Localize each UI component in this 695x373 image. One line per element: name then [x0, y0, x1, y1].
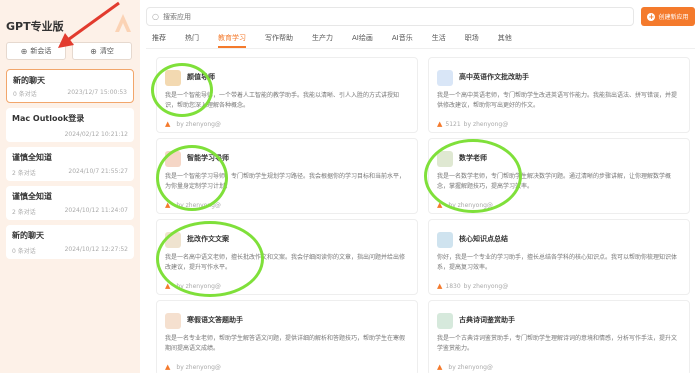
app-title: 智能学习导师 [187, 154, 229, 162]
clear-label: 清空 [99, 47, 114, 55]
app-description: 我是一个高中英语老师，专门帮助学生改进英语写作能力。我能指出语法、拼写错误，并提… [437, 92, 678, 109]
app-card[interactable]: 高中英语作文批改助手我是一个高中英语老师，专门帮助学生改进英语写作能力。我能指出… [428, 57, 690, 133]
app-title: 古典诗词鉴赏助手 [459, 316, 515, 324]
new-chat-button[interactable]: ⊕ 新会话 [6, 42, 66, 60]
chat-time: 2024/10/12 12:27:52 [64, 246, 128, 253]
chat-item[interactable]: 谨慎全知道 2 条对话 2024/10/12 11:24:07 [6, 186, 134, 220]
app-card[interactable]: 寒假语文答题助手我是一名专业老师，帮助学生解答语文问题，提供详细的解析和答题技巧… [156, 300, 418, 373]
logo-icon [115, 14, 131, 32]
search-icon: ○ [152, 12, 159, 21]
app-title: 数学老师 [459, 154, 487, 162]
app-title: 寒假语文答题助手 [187, 316, 243, 324]
app-author: by zhenyong@ [176, 363, 221, 371]
app-avatar [165, 151, 181, 167]
fire-icon: ▲ [437, 363, 443, 371]
app-author: by zhenyong@ [463, 120, 509, 128]
app-description: 我是一名高中语文老师，擅长批改作文和文案。我会仔细阅读你的文章，指出问题并给出修… [165, 254, 406, 271]
app-description: 我是一个智能导师，一个带着人工智能的教学助手。我能以清晰、引人入胜的方式讲授知识… [165, 92, 400, 109]
tab-7[interactable]: 生活 [432, 32, 446, 48]
chat-count: 0 条对话 [13, 91, 37, 98]
app-avatar [165, 232, 181, 248]
fire-icon: ▲ [437, 120, 443, 128]
app-avatar [437, 70, 453, 86]
tab-2[interactable]: 教育学习 [218, 32, 246, 48]
app-avatar [437, 232, 453, 248]
app-description: 我是一名专业老师，帮助学生解答语文问题，提供详细的解析和答题技巧，帮助学生在寒假… [165, 335, 406, 352]
app-card[interactable]: 数学老师我是一名数学老师，专门帮助学生解决数学问题。通过清晰的步骤讲解，让你理解… [428, 138, 690, 214]
new-app-button[interactable]: + 创建新应用 [641, 7, 695, 26]
tab-5[interactable]: AI绘画 [352, 32, 373, 48]
fire-icon: ▲ [165, 363, 171, 371]
tab-1[interactable]: 热门 [185, 32, 199, 48]
tab-3[interactable]: 写作帮助 [265, 32, 293, 48]
add-icon: ⊕ [90, 46, 97, 56]
chat-time: 2024/10/12 11:24:07 [64, 207, 128, 214]
chat-time: 2024/02/12 10:21:12 [64, 131, 128, 138]
main-panel: ○ + 创建新应用 推荐热门教育学习写作帮助生产力AI绘画AI音乐生活职场其他 … [140, 0, 695, 373]
search-bar[interactable]: ○ [146, 7, 634, 26]
tab-0[interactable]: 推荐 [152, 32, 166, 48]
chat-list: 新的聊天 0 条对话 2023/12/7 15:00:53 Mac Outlook登录… [6, 69, 134, 264]
chat-item[interactable]: 新的聊天 0 条对话 2024/10/12 12:27:52 [6, 225, 134, 259]
search-input[interactable] [162, 12, 603, 21]
tabs-divider [146, 48, 695, 49]
app-card[interactable]: 批改作文文案我是一名高中语文老师，擅长批改作文和文案。我会仔细阅读你的文章，指出… [156, 219, 418, 295]
chat-time: 2023/12/7 15:00:53 [67, 89, 127, 96]
app-title: GPT专业版 [6, 20, 64, 33]
app-author: by zhenyong@ [176, 120, 221, 128]
app-author: by zhenyong@ [463, 282, 509, 290]
tab-9[interactable]: 其他 [498, 32, 512, 48]
app-avatar [165, 70, 181, 86]
chat-count: 2 条对话 [12, 170, 36, 177]
app-author: by zhenyong@ [448, 201, 493, 209]
chat-item[interactable]: 谨慎全知道 2 条对话 2024/10/7 21:55:27 [6, 147, 134, 181]
chat-title: 新的聊天 [12, 231, 44, 240]
chat-title: 谨慎全知道 [12, 192, 52, 201]
app-card[interactable]: 颜值导师我是一个智能导师，一个带着人工智能的教学助手。我能以清晰、引人入胜的方式… [156, 57, 418, 133]
app-description: 你好，我是一个专业的学习助手，擅长总结各学科的核心知识点。我可以帮助你梳理知识体… [437, 254, 678, 271]
tab-4[interactable]: 生产力 [312, 32, 333, 48]
app-author: by zhenyong@ [176, 201, 221, 209]
chat-icon: ⊕ [20, 46, 28, 56]
new-app-label: 创建新应用 [658, 14, 689, 21]
clear-button[interactable]: ⊕ 清空 [72, 42, 132, 60]
chat-count: 2 条对话 [12, 209, 36, 216]
tab-8[interactable]: 职场 [465, 32, 479, 48]
chat-item[interactable]: Mac Outlook登录 2024/02/12 10:21:12 [6, 108, 134, 142]
app-author: by zhenyong@ [448, 363, 493, 371]
chat-count: 0 条对话 [12, 248, 36, 255]
app-avatar [165, 313, 181, 329]
app-avatar [437, 151, 453, 167]
fire-icon: ▲ [165, 120, 171, 128]
app-description: 我是一名数学老师，专门帮助学生解决数学问题。通过清晰的步骤讲解，让你理解数学概念… [437, 173, 672, 190]
category-tabs: 推荐 热门 教育学习 写作帮助 生产力 AI绘画 AI音乐 生活 职场 其他 [152, 32, 531, 48]
app-author: by zhenyong@ [176, 282, 221, 290]
chat-title: 谨慎全知道 [12, 153, 52, 162]
app-description: 我是一个古典诗词鉴赏助手，专门帮助学生理解诗词的意境和情感，分析写作手法，提升文… [437, 335, 678, 352]
sidebar: GPT专业版 ⊕ 新会话 ⊕ 清空 新的聊天 0 条对话 2023/12/7 15:… [0, 0, 140, 373]
app-card[interactable]: 智能学习导师我是一个智能学习导师，专门帮助学生规划学习路径。我会根据你的学习目标… [156, 138, 418, 214]
app-title: 高中英语作文批改助手 [459, 73, 529, 81]
app-uses: 5121 [445, 120, 461, 128]
tab-6[interactable]: AI音乐 [392, 32, 413, 48]
app-title: 颜值导师 [187, 73, 215, 81]
chat-item[interactable]: 新的聊天 0 条对话 2023/12/7 15:00:53 [6, 69, 134, 103]
app-card[interactable]: 古典诗词鉴赏助手我是一个古典诗词鉴赏助手，专门帮助学生理解诗词的意境和情感，分析… [428, 300, 690, 373]
plus-icon: + [647, 12, 656, 21]
fire-icon: ▲ [165, 201, 171, 209]
app-title: 批改作文文案 [187, 235, 229, 243]
fire-icon: ▲ [437, 282, 443, 290]
fire-icon: ▲ [437, 201, 443, 209]
app-description: 我是一个智能学习导师，专门帮助学生规划学习路径。我会根据你的学习目标和当前水平，… [165, 173, 406, 190]
app-card[interactable]: 核心知识点总结你好，我是一个专业的学习助手，擅长总结各学科的核心知识点。我可以帮… [428, 219, 690, 295]
fire-icon: ▲ [165, 282, 171, 290]
chat-time: 2024/10/7 21:55:27 [68, 168, 128, 175]
app-title: 核心知识点总结 [459, 235, 508, 243]
chat-title: Mac Outlook登录 [12, 114, 85, 123]
app-uses: 1830 [445, 282, 461, 290]
new-chat-label: 新会话 [30, 47, 52, 55]
app-avatar [437, 313, 453, 329]
chat-title: 新的聊天 [13, 76, 45, 85]
